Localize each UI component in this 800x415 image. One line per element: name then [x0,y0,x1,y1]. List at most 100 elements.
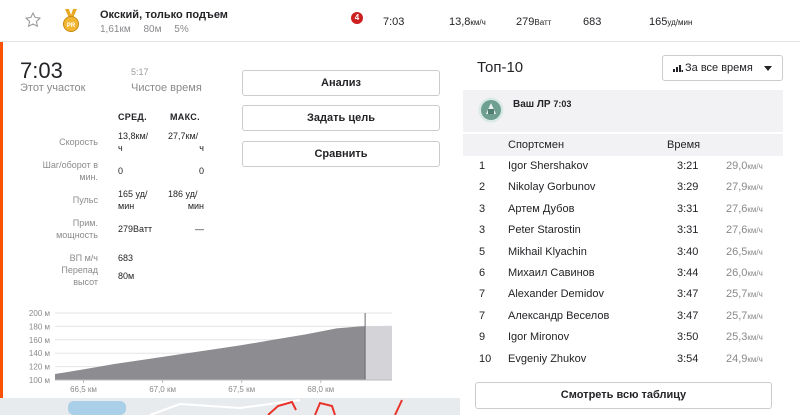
elevation-area-after [365,325,392,380]
time-cell: 3:29 [677,181,699,194]
analysis-button[interactable]: Анализ [242,70,440,96]
rank-cell: 7 [479,309,486,322]
stat-max-line: ч [199,143,204,153]
time-cell: 3:47 [677,309,699,322]
table-row[interactable]: 1 Igor Shershakov 3:21 29,0км/ч [463,156,783,177]
y-tick-label: 160 м [29,336,50,345]
stat-max-line: 27,7км/ [168,131,199,141]
elevation-chart[interactable]: 200 м 180 м 160 м 140 м 120 м 100 м 66,5 км 67,… [0,305,400,395]
segment-power: 279Ватт [516,16,551,28]
speed-cell: 27,6км/ч [726,224,763,236]
speed-cell: 29,0км/ч [726,160,763,172]
filter-label: За все время [685,62,753,74]
effort-time-label: Этот участок [20,82,86,94]
stat-label: Перепад высот [20,264,98,288]
max-header: МАКС. [170,112,200,122]
stat-max-value: 186 уд/мин [168,188,208,212]
y-tick-label: 180 м [29,322,50,331]
star-icon[interactable] [24,11,42,29]
segment-meta: 1,61км 80м 5% [100,24,199,35]
stat-avg-line: мин [118,201,135,211]
effort-time: 7:03 [20,58,63,83]
segment-hr: 165уд/мин [649,16,692,28]
moving-time-label: Чистое время [131,82,202,94]
y-tick-label: 200 м [29,309,50,318]
speed-unit: км/ч [747,311,763,321]
segment-speed-value: 13,8 [449,16,471,28]
stat-avg-line: 683 [118,253,134,263]
speed-unit: км/ч [747,183,763,193]
stat-avg-line: 0 [118,166,124,176]
table-row[interactable]: 3 Артем Дубов 3:31 27,6км/ч [463,199,783,220]
table-row[interactable]: 9 Igor Mironov 3:50 25,3км/ч [463,327,783,348]
athlete-name: Михаил Савинов [508,267,595,279]
x-tick-label: 67,5 км [228,385,255,394]
stat-avg-line: 13,8км/ [118,131,149,141]
segment-name[interactable]: Окский, только подъем [100,9,228,21]
time-cell: 3:44 [677,267,699,279]
stat-max-value: 27,7км/ч [168,130,208,154]
table-row[interactable]: 7 Александр Веселов 3:47 25,7км/ч [463,306,783,327]
athlete-name: Артем Дубов [508,202,575,215]
time-cell: 3:50 [677,331,699,344]
time-cell: 3:54 [677,352,699,365]
rank-cell: 1 [479,160,486,172]
avatar[interactable] [478,97,504,123]
leaderboard-filter-select[interactable]: За все время [662,55,783,81]
x-tick-label: 68,0 км [307,385,334,394]
rank-cell: 3 [479,224,486,237]
rank-cell: 7 [479,288,486,301]
stat-avg-value: 683 [118,252,133,264]
stat-avg-line: 80м [118,271,135,281]
speed-cell: 25,7км/ч [726,310,763,322]
stat-label: ВП м/ч [20,252,98,264]
table-row[interactable]: 2 Nikolay Gorbunov 3:29 27,9км/ч [463,177,783,198]
athlete-name: Igor Mironov [508,331,570,344]
stat-avg-line: 279Ватт [118,224,153,234]
y-tick-label: 120 м [29,363,50,372]
your-pr: Ваш ЛР 7:03 [513,99,571,110]
table-row[interactable]: 7 Alexander Demidov 3:47 25,7км/ч [463,284,783,305]
speed-unit: км/ч [747,204,763,214]
stat-label: Пульс [20,194,98,206]
set-goal-button[interactable]: Задать цель [242,105,440,131]
table-row[interactable]: 3 Peter Starostin 3:31 27,6км/ч [463,220,783,241]
stat-label-line: Скорость [59,137,98,147]
athlete-name: Peter Starostin [508,224,581,237]
segment-distance: 1,61км [100,24,131,35]
segment-elevation: 80м [143,24,162,35]
stat-label-line: мин. [79,172,98,182]
view-full-table-button[interactable]: Смотреть всю таблицу [475,382,772,409]
athlete-name: Александр Веселов [508,309,610,322]
compare-button[interactable]: Сравнить [242,141,440,167]
speed-value: 25,7 [726,288,748,301]
x-tick-label: 67,0 км [149,385,176,394]
speed-value: 27,6 [726,224,748,237]
y-tick-label: 140 м [29,349,50,358]
table-row[interactable]: 10 Evgeniy Zhukov 3:54 24,9км/ч [463,349,783,370]
time-cell: 3:31 [677,202,699,215]
time-cell: 3:40 [677,245,699,258]
stat-label-line: мощность [56,230,98,240]
segment-power-unit: Ватт [534,18,552,27]
rank-cell: 9 [479,331,486,344]
your-pr-row [463,90,783,132]
medal-icon: PR [63,9,79,32]
table-row[interactable]: 6 Михаил Савинов 3:44 26,0км/ч [463,263,783,284]
athlete-name: Mikhail Klyachin [508,245,587,258]
segment-hr-value: 165 [649,16,668,28]
stat-avg-line: ч [118,143,123,153]
speed-value: 26,5 [726,245,748,258]
stat-max-line: 0 [198,166,204,176]
speed-value: 25,3 [726,331,748,344]
leaderboard-title: Топ-10 [477,59,524,76]
table-row[interactable]: 5 Mikhail Klyachin 3:40 26,5км/ч [463,242,783,263]
chevron-down-icon [764,66,772,71]
bar-chart-icon [673,65,683,72]
stat-label-line: Прим. [72,218,98,228]
map[interactable] [0,398,460,415]
stat-avg-line: 165 уд/ [118,189,148,199]
speed-cell: 27,9км/ч [726,181,763,193]
stat-max-value: — [172,223,204,235]
y-tick-label: 100 м [29,376,50,385]
